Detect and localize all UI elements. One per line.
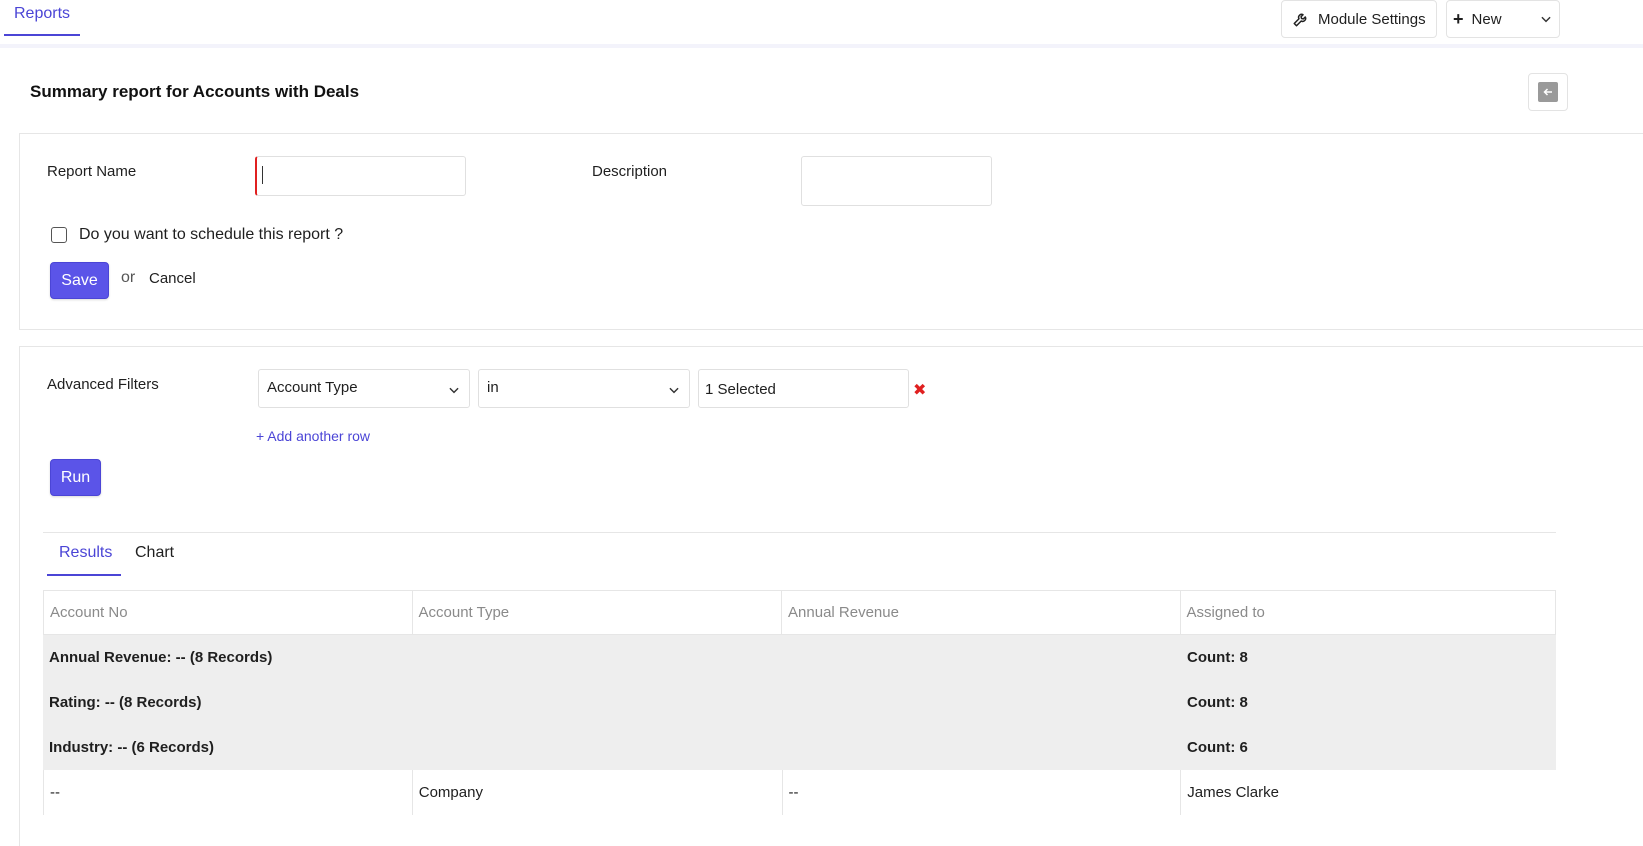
group-count: Count: 8: [1187, 694, 1248, 711]
filter-operator-value: in: [487, 379, 499, 396]
group-row: Rating: -- (8 Records) Count: 8: [43, 680, 1556, 725]
plus-icon: +: [1453, 9, 1464, 29]
cell-account-no: --: [44, 770, 413, 815]
module-settings-button[interactable]: Module Settings: [1281, 0, 1437, 38]
run-button[interactable]: Run: [50, 459, 101, 496]
group-label: Industry: -- (6 Records): [49, 739, 215, 756]
arrow-left-icon: [1538, 82, 1558, 102]
filter-value-text: 1 Selected: [705, 381, 776, 398]
table-row[interactable]: -- Company -- James Clarke: [43, 770, 1556, 815]
filter-operator-select[interactable]: in: [478, 369, 690, 408]
tab-results[interactable]: Results: [47, 544, 121, 576]
report-name-input[interactable]: [255, 156, 466, 196]
advanced-filters-label: Advanced Filters: [47, 376, 159, 393]
chevron-down-icon: [669, 387, 679, 394]
new-button[interactable]: + New: [1446, 0, 1560, 38]
cell-assigned-to: James Clarke: [1187, 784, 1279, 801]
description-input[interactable]: [801, 156, 992, 206]
group-row: Annual Revenue: -- (8 Records) Count: 8: [43, 635, 1556, 680]
or-text: or: [121, 269, 136, 286]
cancel-link[interactable]: Cancel: [149, 270, 196, 287]
top-bar: Reports Module Settings + New: [0, 0, 1643, 48]
column-header[interactable]: Account Type: [413, 591, 783, 634]
group-row: Industry: -- (6 Records) Count: 6: [43, 725, 1556, 770]
tab-reports[interactable]: Reports: [4, 0, 81, 36]
schedule-label: Do you want to schedule this report ?: [79, 226, 344, 243]
results-table: Account No Account Type Annual Revenue A…: [43, 590, 1556, 815]
filter-field-value: Account Type: [267, 379, 358, 396]
schedule-checkbox[interactable]: [51, 227, 67, 243]
group-label: Rating: -- (8 Records): [49, 694, 202, 711]
table-header-row: Account No Account Type Annual Revenue A…: [43, 590, 1556, 635]
filter-field-select[interactable]: Account Type: [258, 369, 470, 408]
group-count: Count: 8: [1187, 649, 1248, 666]
tab-chart[interactable]: Chart: [135, 544, 174, 576]
cell-annual-revenue: --: [783, 770, 1182, 815]
wrench-icon: [1293, 13, 1307, 27]
filter-value-input[interactable]: 1 Selected: [698, 369, 909, 408]
add-row-link[interactable]: + Add another row: [256, 428, 370, 444]
cell-account-type: Company: [413, 770, 783, 815]
text-caret: [262, 166, 263, 184]
save-button[interactable]: Save: [50, 262, 109, 299]
module-settings-label: Module Settings: [1318, 10, 1426, 28]
column-header[interactable]: Assigned to: [1181, 591, 1556, 634]
column-header[interactable]: Annual Revenue: [782, 591, 1181, 634]
new-label: New: [1471, 10, 1502, 28]
page-title: Summary report for Accounts with Deals: [30, 82, 360, 101]
report-name-label: Report Name: [47, 163, 137, 180]
chevron-down-icon[interactable]: [1539, 12, 1553, 26]
section-divider: [43, 532, 1556, 533]
column-header[interactable]: Account No: [44, 591, 413, 634]
group-count: Count: 6: [1187, 739, 1248, 756]
description-label: Description: [592, 163, 668, 180]
collapse-button[interactable]: [1528, 73, 1568, 111]
group-label: Annual Revenue: -- (8 Records): [49, 649, 273, 666]
remove-filter-icon[interactable]: ✖: [913, 380, 926, 400]
chevron-down-icon: [449, 387, 459, 394]
